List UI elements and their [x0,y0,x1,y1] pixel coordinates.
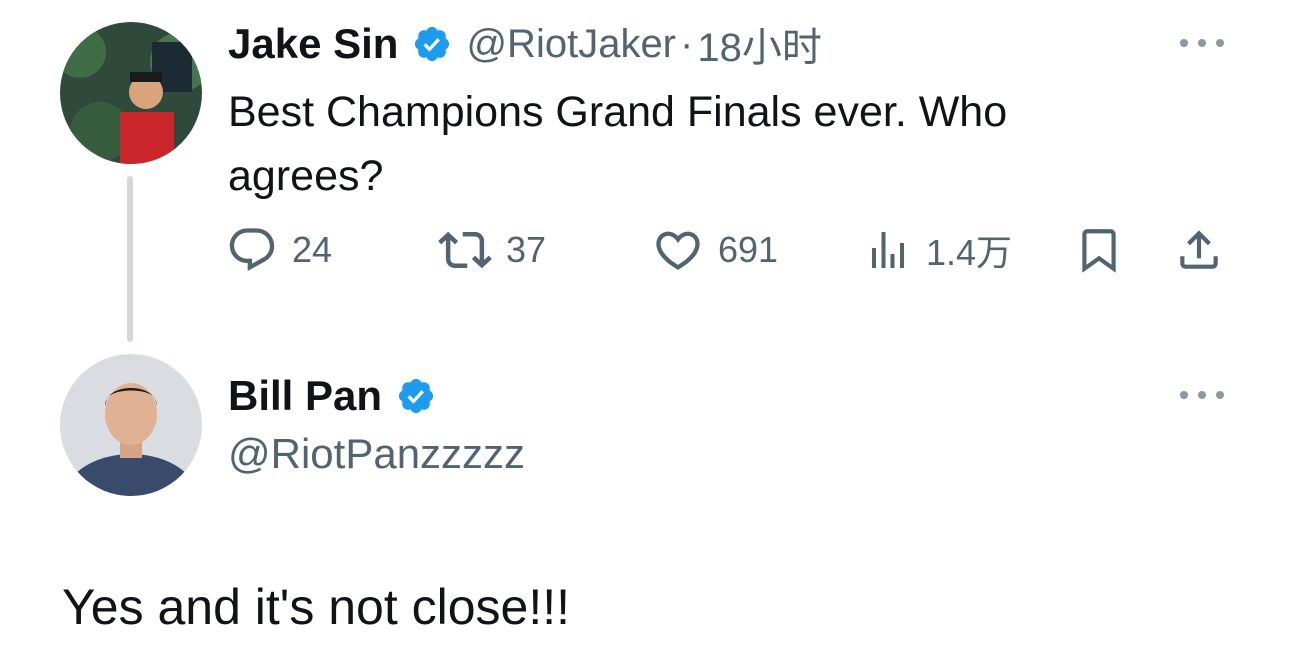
parent-tweet-header: Jake Sin @RiotJaker · 18小时 [228,18,822,70]
verified-badge-icon [396,376,436,416]
more-options-icon[interactable] [1180,383,1224,407]
more-options-icon[interactable] [1180,31,1224,55]
share-button[interactable] [1174,222,1224,278]
views-icon [872,232,904,268]
thread-connector-line [127,176,133,342]
author-display-name[interactable]: Jake Sin [228,20,398,68]
reply-tweet-text: Yes and it's not close!!! [62,579,571,635]
tweet-timestamp[interactable]: 18小时 [697,15,822,73]
reply-tweet-header: Bill Pan [228,368,436,424]
share-icon [1180,230,1218,269]
bookmark-button[interactable] [1074,222,1124,278]
bookmark-icon [1082,229,1116,273]
avatar-jake-sin-image [60,22,202,164]
parent-tweet-text: Best Champions Grand Finals ever. Who ag… [228,88,1008,200]
retweet-icon [438,231,492,269]
avatar-bill-pan[interactable] [60,354,202,496]
reply-button[interactable]: 24 [226,222,332,278]
author-handle[interactable]: @RiotPanzzzzz [228,430,525,478]
author-handle[interactable]: @RiotJaker [466,22,676,67]
verified-badge-icon [412,24,452,64]
avatar-bill-pan-image [60,354,202,496]
avatar-jake-sin[interactable] [60,22,202,164]
like-button[interactable]: 691 [652,222,778,278]
reply-icon [229,228,275,272]
retweet-count: 37 [506,229,547,270]
views-button[interactable]: 1.4万 [864,222,1012,278]
like-icon [656,231,700,270]
like-count: 691 [718,229,779,270]
retweet-button[interactable]: 37 [438,222,546,278]
views-count: 1.4万 [926,232,1013,273]
reply-count: 24 [292,229,333,270]
separator-dot: · [680,21,694,66]
author-display-name[interactable]: Bill Pan [228,372,382,420]
